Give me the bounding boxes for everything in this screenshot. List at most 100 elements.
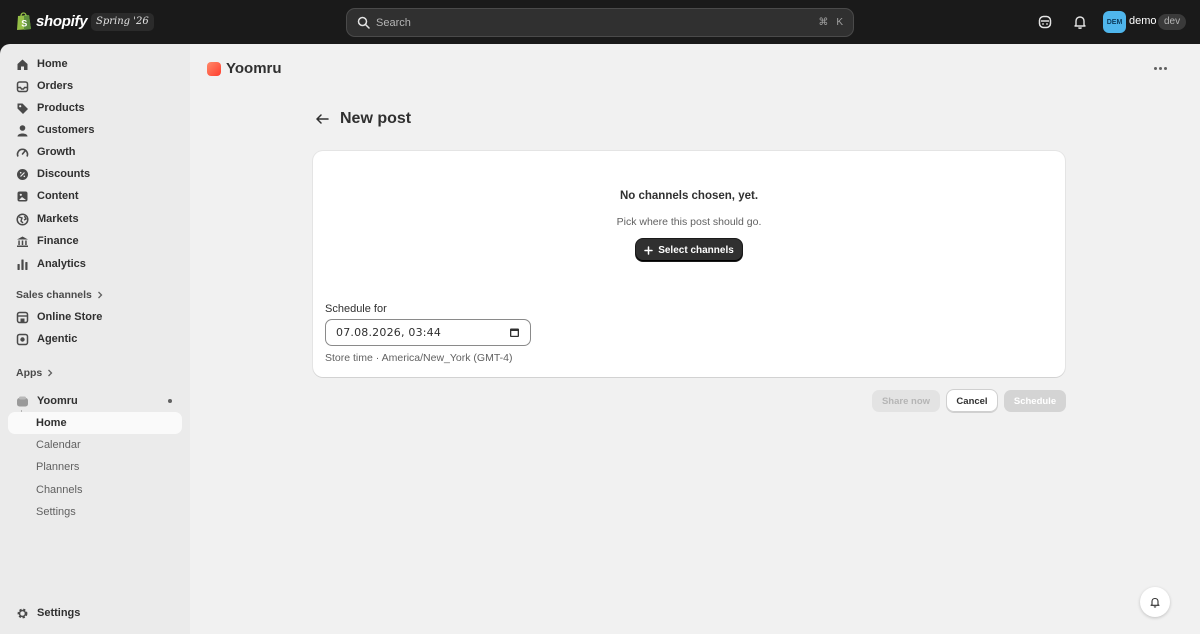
sidebar-item-label: Orders xyxy=(37,80,74,92)
sidebar-item-label: Customers xyxy=(37,124,95,136)
schedule-datetime-value: 07.08.2026, 03:44 xyxy=(336,326,442,339)
search-input[interactable]: Search xyxy=(376,17,810,29)
sidebar-item-label: Products xyxy=(37,102,85,114)
sidebar-item-label: Finance xyxy=(37,235,79,247)
apps-header[interactable]: Apps xyxy=(16,367,53,379)
shopify-logo[interactable]: S shopify xyxy=(16,11,88,31)
sidebar-subitem-calendar[interactable]: Calendar xyxy=(8,434,182,456)
sidebar-item-label: Settings xyxy=(37,607,81,619)
store-name[interactable]: demo xyxy=(1129,15,1157,27)
sidebar-subitem-label: Home xyxy=(36,417,67,429)
chevron-right-icon xyxy=(48,369,53,377)
gauge-icon xyxy=(16,146,29,159)
sidebar-item-label: Online Store xyxy=(37,311,103,323)
yoomru-app-icon xyxy=(16,395,29,408)
sidebar-item-label: Markets xyxy=(37,213,79,225)
bar-chart-icon xyxy=(16,258,29,271)
edition-badge[interactable]: Spring '26 xyxy=(91,13,154,31)
sidebar-subitem-settings[interactable]: Settings xyxy=(8,501,182,523)
sidebar-item-customers[interactable]: Customers xyxy=(8,119,182,141)
store-env-badge: dev xyxy=(1158,14,1187,30)
cancel-button[interactable]: Cancel xyxy=(947,390,997,412)
sidebar-subitem-label: Planners xyxy=(36,461,80,473)
sidebar-subitem-label: Calendar xyxy=(36,439,81,451)
sidebar-item-orders[interactable]: Orders xyxy=(8,75,182,97)
sidebar-item-content[interactable]: Content xyxy=(8,185,182,207)
section-label: Apps xyxy=(16,367,43,379)
sidebar-item-label: Analytics xyxy=(37,258,86,270)
sidebar-item-growth[interactable]: Growth xyxy=(8,141,182,163)
empty-state-title: No channels chosen, yet. xyxy=(619,190,759,202)
sidebar-item-label: Home xyxy=(37,58,68,70)
chevron-right-icon xyxy=(97,291,103,299)
sidebar-item-agentic[interactable]: Agentic xyxy=(8,328,182,350)
yoomru-logo-icon xyxy=(207,61,221,76)
sidebar-item-markets[interactable]: Markets xyxy=(8,208,182,230)
select-channels-label: Select channels xyxy=(658,244,734,256)
avatar[interactable]: DEM xyxy=(1103,11,1126,33)
shortcut-cmd: ⌘ xyxy=(818,17,829,28)
tag-icon xyxy=(16,102,29,115)
sidebar-item-yoomru[interactable]: Yoomru xyxy=(8,390,182,412)
top-bar: S shopify Spring '26 Search ⌘ K DEM demo… xyxy=(0,0,1200,44)
sidebar-item-online-store[interactable]: Online Store xyxy=(8,306,182,328)
select-channels-button[interactable]: Select channels xyxy=(636,239,742,261)
sidebar-item-settings[interactable]: Settings xyxy=(8,602,182,624)
sidebar-item-label: Agentic xyxy=(37,333,78,345)
post-card: No channels chosen, yet. Pick where this… xyxy=(313,151,1065,377)
brand-name: shopify xyxy=(36,12,88,30)
pin-indicator xyxy=(168,399,172,403)
agent-icon xyxy=(16,333,29,346)
sidebar-subitem-home[interactable]: Home xyxy=(8,412,182,434)
page-title: New post xyxy=(340,110,412,127)
app-header: Yoomru xyxy=(207,60,282,77)
back-arrow-icon[interactable] xyxy=(313,110,331,128)
schedule-label: Schedule for xyxy=(325,303,387,315)
schedule-button[interactable]: Schedule xyxy=(1004,390,1066,412)
search-bar[interactable]: Search ⌘ K xyxy=(346,8,854,37)
notifications-bell-icon[interactable] xyxy=(1072,14,1088,30)
sidebar-item-label: Yoomru xyxy=(37,395,78,407)
person-icon xyxy=(16,124,29,137)
sidebar-item-label: Discounts xyxy=(37,168,91,180)
sidebar-item-home[interactable]: Home xyxy=(8,53,182,75)
shopify-bag-icon: S xyxy=(16,11,32,31)
page-header: New post xyxy=(313,110,411,128)
schedule-datetime-input[interactable]: 07.08.2026, 03:44 xyxy=(325,319,531,346)
bank-icon xyxy=(16,235,29,248)
sidebar-item-label: Growth xyxy=(37,146,76,158)
plus-icon xyxy=(644,245,653,255)
sidebar-item-finance[interactable]: Finance xyxy=(8,230,182,252)
sidebar-subitem-label: Channels xyxy=(36,484,83,496)
app-name: Yoomru xyxy=(226,60,282,77)
sidebar-item-analytics[interactable]: Analytics xyxy=(8,253,182,275)
main-content: Yoomru New post No channels chosen, yet.… xyxy=(190,44,1200,634)
bell-icon xyxy=(1150,597,1160,608)
inbox-icon xyxy=(16,80,29,93)
calendar-icon[interactable] xyxy=(509,327,520,338)
timezone-help-text: Store time · America/New_York (GMT-4) xyxy=(325,352,513,364)
globe-icon xyxy=(16,212,29,226)
sidebar-subitem-planners[interactable]: Planners xyxy=(8,456,182,478)
sidekick-icon[interactable] xyxy=(1037,14,1053,30)
svg-text:S: S xyxy=(21,19,27,29)
sidebar-item-products[interactable]: Products xyxy=(8,97,182,119)
sidebar-subitem-channels[interactable]: Channels xyxy=(8,479,182,501)
home-icon xyxy=(16,58,29,71)
sidebar: Home Orders Products Customers Growth Di… xyxy=(0,44,190,634)
shortcut-key: K xyxy=(836,17,843,28)
sidebar-item-label: Content xyxy=(37,190,79,202)
share-now-button[interactable]: Share now xyxy=(872,390,940,412)
section-label: Sales channels xyxy=(16,289,92,301)
gear-icon xyxy=(16,607,29,620)
discount-icon xyxy=(16,168,29,181)
sidebar-item-discounts[interactable]: Discounts xyxy=(8,163,182,185)
sales-channels-header[interactable]: Sales channels xyxy=(16,289,103,301)
sidebar-subitem-label: Settings xyxy=(36,506,76,518)
notification-fab[interactable] xyxy=(1140,587,1170,617)
store-icon xyxy=(16,311,29,324)
empty-state-subtitle: Pick where this post should go. xyxy=(616,216,762,228)
content-icon xyxy=(16,190,29,203)
search-icon xyxy=(357,16,370,29)
more-actions-icon[interactable] xyxy=(1152,60,1168,76)
